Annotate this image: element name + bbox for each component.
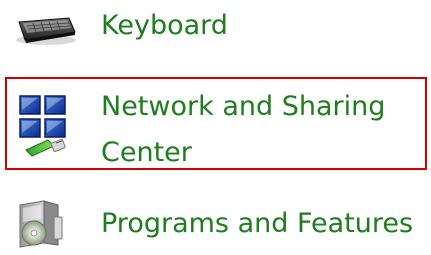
keyboard-label: Keyboard [101,10,228,41]
network-and-sharing-center-icon [19,95,66,157]
label-line-1: Network and Sharing [101,91,386,122]
control-panel-item-network-and-sharing-center[interactable]: Network and Sharing Center [0,77,431,173]
control-panel-item-keyboard[interactable]: Keyboard [0,0,431,58]
control-panel-item-list: Keyboard Network and Sharing Center Prog… [0,0,431,255]
label-line-2: Center [101,137,192,168]
network-and-sharing-center-label: Network and Sharing Center [101,84,385,176]
programs-and-features-label: Programs and Features [101,208,414,239]
control-panel-item-programs-and-features[interactable]: Programs and Features [0,190,431,255]
programs-and-features-icon [19,200,63,248]
keyboard-icon [16,17,76,45]
